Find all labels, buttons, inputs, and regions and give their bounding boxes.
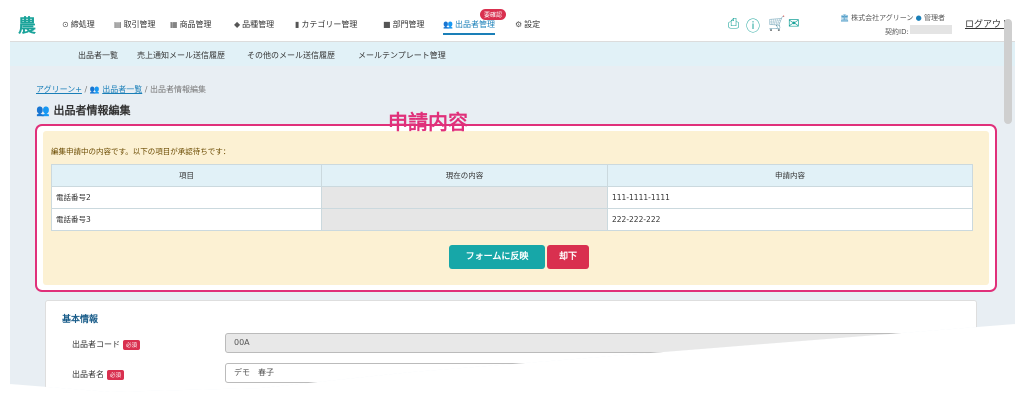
building-icon: 🏛 [840, 14, 849, 22]
basic-info-card: 基本情報 出品者コード 必須 00A 出品者名 必須 デモ 春子 [45, 300, 977, 392]
mail-icon[interactable]: ✉ [788, 16, 800, 32]
subnav-other-mail-history[interactable]: その他のメール送信履歴 [247, 50, 335, 61]
required-badge: 必須 [123, 339, 141, 350]
required-badge: 必須 [107, 369, 125, 380]
seller-code-label-text: 出品者コード [72, 340, 120, 349]
sub-navbar: 出品者一覧 売上通知メール送信履歴 その他のメール送信履歴 メールテンプレート管… [10, 42, 1015, 66]
page-scrollbar[interactable] [1004, 19, 1012, 124]
subnav-seller-list[interactable]: 出品者一覧 [78, 50, 118, 61]
breadcrumb-current: 出品者情報編集 [150, 85, 207, 94]
gear-icon: ⚙ [515, 20, 523, 29]
nav-departments[interactable]: ■ 部門管理 [383, 19, 425, 30]
company-info: 🏛 株式会社アグリーン ● 管理者 [840, 13, 945, 23]
users-icon: 👥 [443, 20, 453, 29]
nav-varieties[interactable]: ◆ 品種管理 [234, 19, 274, 30]
subnav-mail-templates[interactable]: メールテンプレート管理 [358, 50, 446, 61]
annotation-label: 申請内容 [388, 110, 468, 134]
nav-closing-label: 締処理 [70, 20, 95, 29]
breadcrumb-seller-list[interactable]: 出品者一覧 [102, 85, 142, 94]
col-requested: 申請内容 [607, 164, 973, 187]
tag-icon: ◆ [234, 20, 241, 29]
store-icon: ▦ [170, 20, 178, 29]
col-item: 項目 [51, 164, 322, 187]
contract-id-value [910, 25, 952, 34]
breadcrumb-home[interactable]: アグリーン+ [36, 85, 82, 94]
nav-sellers[interactable]: 👥 出品者管理 [443, 19, 495, 35]
user-icon: ● [915, 14, 922, 22]
nav-settings-label: 設定 [524, 20, 541, 29]
company-name: 株式会社アグリーン [851, 14, 914, 22]
contract-id-label: 契約ID: [885, 28, 909, 36]
pending-message: 編集申請中の内容です。以下の項目が承認待ちです： [51, 147, 231, 156]
table-row: 電話番号3 222-222-222 [51, 208, 973, 231]
nav-sellers-label: 出品者管理 [454, 20, 495, 29]
row-current [321, 208, 608, 231]
nav-transactions-label: 取引管理 [123, 20, 156, 29]
nav-closing[interactable]: ⊙ 締処理 [62, 19, 95, 30]
col-current: 現在の内容 [321, 164, 608, 187]
app-window: 農 ⊙ 締処理 ▤ 取引管理 ▦ 商品管理 ◆ 品種管理 ▮ カテゴリー管理 ■ 部門管理 … [10, 4, 1015, 392]
apply-to-form-button[interactable]: フォームに反映 [449, 245, 545, 269]
pending-request-table: 項目 現在の内容 申請内容 電話番号2 111-1111-1111 電話番号3 [51, 164, 973, 231]
row-requested: 222-222-222 [607, 208, 973, 231]
cart-icon[interactable]: 🛒 [768, 16, 785, 32]
reject-button[interactable]: 却下 [547, 245, 589, 269]
nav-categories-label: カテゴリー管理 [301, 20, 358, 29]
ledger-icon: ▤ [114, 20, 122, 29]
page-title: 👥 出品者情報編集 [36, 102, 131, 118]
seller-name-label-text: 出品者名 [72, 370, 104, 379]
pending-badge: 要確認 [480, 9, 507, 20]
row-item: 電話番号3 [51, 208, 322, 231]
seller-code-label: 出品者コード 必須 [72, 339, 141, 350]
nav-settings[interactable]: ⚙ 設定 [515, 19, 540, 30]
folder-icon: ■ [383, 20, 391, 29]
nav-categories[interactable]: ▮ カテゴリー管理 [295, 19, 357, 30]
nav-varieties-label: 品種管理 [242, 20, 275, 29]
top-navbar: 農 ⊙ 締処理 ▤ 取引管理 ▦ 商品管理 ◆ 品種管理 ▮ カテゴリー管理 ■ 部門管理 … [10, 4, 1015, 42]
subnav-sales-mail-history[interactable]: 売上通知メール送信履歴 [137, 50, 225, 61]
table-row: 電話番号2 111-1111-1111 [51, 186, 973, 209]
basic-info-title: 基本情報 [62, 315, 99, 325]
pending-request-inner: 編集申請中の内容です。以下の項目が承認待ちです： 項目 現在の内容 申請内容 電… [43, 131, 989, 285]
row-item: 電話番号2 [51, 186, 322, 209]
page-title-text: 出品者情報編集 [53, 104, 131, 117]
app-logo[interactable]: 農 [18, 12, 36, 38]
nav-products-label: 商品管理 [179, 20, 212, 29]
user-role: 管理者 [924, 14, 946, 22]
row-requested: 111-1111-1111 [607, 186, 973, 209]
nav-transactions[interactable]: ▤ 取引管理 [114, 19, 156, 30]
help-icon[interactable]: ⓘ [746, 16, 760, 36]
print-icon[interactable]: ⎙ [728, 16, 739, 32]
users-icon: 👥 [36, 104, 50, 117]
clock-icon: ⊙ [62, 20, 69, 29]
breadcrumb: アグリーン+ / 👥 出品者一覧 / 出品者情報編集 [36, 84, 206, 95]
table-header-row: 項目 現在の内容 申請内容 [51, 164, 973, 187]
seller-code-field[interactable]: 00A [225, 333, 977, 353]
pending-request-panel: 編集申請中の内容です。以下の項目が承認待ちです： 項目 現在の内容 申請内容 電… [35, 124, 997, 292]
seller-name-field[interactable]: デモ 春子 [225, 363, 977, 383]
nav-products[interactable]: ▦ 商品管理 [170, 19, 212, 30]
book-icon: ▮ [295, 20, 300, 29]
seller-name-label: 出品者名 必須 [72, 369, 125, 380]
row-current [321, 186, 608, 209]
nav-departments-label: 部門管理 [392, 20, 425, 29]
users-icon: 👥 [89, 85, 100, 94]
